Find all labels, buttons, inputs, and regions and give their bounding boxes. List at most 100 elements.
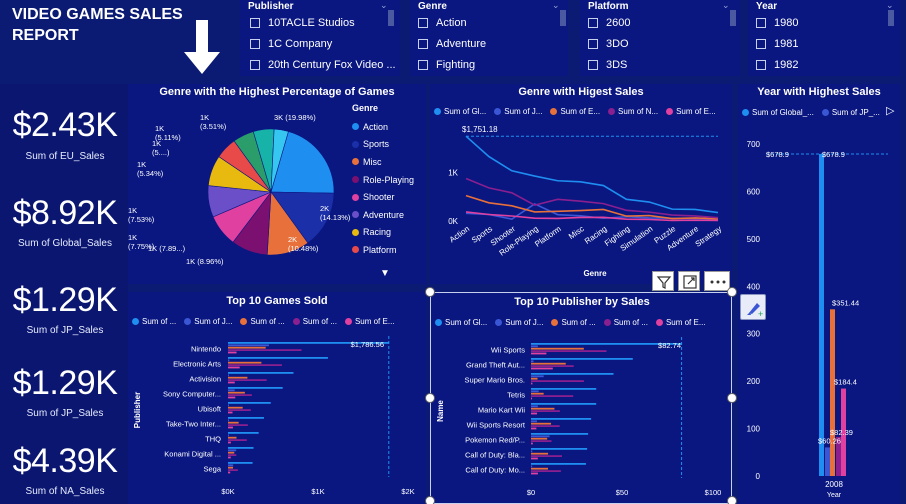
top-publisher-bar-chart[interactable]: Wii Sports Grand Theft Aut... Super Mario … — [431, 293, 733, 504]
bar[interactable] — [228, 471, 231, 474]
bar[interactable] — [531, 427, 537, 430]
slicer-option[interactable]: Fighting — [418, 54, 486, 75]
bar[interactable] — [228, 394, 252, 396]
bar[interactable] — [228, 359, 230, 362]
checkbox[interactable] — [756, 17, 766, 28]
filter-icon[interactable] — [652, 271, 674, 291]
more-options-icon[interactable] — [704, 271, 730, 291]
legend-item[interactable]: Racing — [352, 224, 414, 242]
bar[interactable] — [228, 404, 229, 407]
bar[interactable] — [228, 454, 237, 456]
bar[interactable] — [228, 436, 237, 439]
bar[interactable] — [531, 457, 538, 460]
slicer-option[interactable]: 10TACLE Studios — [250, 12, 396, 33]
slicer-option[interactable]: 1982 — [756, 54, 798, 75]
bar[interactable] — [228, 372, 294, 374]
focus-mode-icon[interactable] — [678, 271, 700, 291]
checkbox[interactable] — [756, 38, 766, 49]
bar[interactable] — [228, 469, 238, 471]
bar[interactable] — [531, 380, 584, 382]
slicer-option[interactable]: 1980 — [756, 12, 798, 33]
bar[interactable] — [228, 349, 302, 351]
bar[interactable] — [531, 472, 538, 475]
bar[interactable] — [531, 448, 588, 450]
bar[interactable] — [531, 420, 537, 423]
year-chart-panel[interactable]: Year with Highest Sales Sum of Global_..… — [738, 84, 900, 504]
bar[interactable] — [228, 464, 234, 467]
bar[interactable] — [228, 402, 271, 404]
bar[interactable] — [228, 432, 259, 434]
bar[interactable] — [228, 421, 239, 424]
chevron-down-icon[interactable]: ▼ — [380, 268, 390, 279]
bar[interactable] — [531, 470, 561, 472]
chevron-down-icon[interactable]: ⌄ — [552, 0, 560, 11]
bar[interactable] — [228, 366, 240, 369]
checkbox[interactable] — [588, 17, 598, 28]
bar[interactable] — [228, 411, 233, 414]
slicer-platform[interactable]: Platform ⌄ 2600 3DO 3DS — [580, 0, 740, 76]
bar[interactable] — [531, 452, 549, 455]
bar[interactable] — [228, 447, 254, 449]
bar[interactable] — [228, 381, 235, 384]
slicer-option[interactable]: Adventure — [418, 33, 486, 54]
resize-handle[interactable] — [727, 393, 737, 403]
bar[interactable] — [228, 346, 266, 349]
bar[interactable] — [228, 387, 283, 389]
bar[interactable] — [228, 424, 248, 426]
legend-item[interactable]: Misc — [352, 153, 414, 171]
checkbox[interactable] — [250, 59, 260, 70]
legend-item[interactable]: Role-Playing — [352, 171, 414, 189]
slicer-option[interactable]: 3DS — [588, 54, 630, 75]
bar[interactable] — [531, 392, 544, 395]
line-chart-panel[interactable]: Genre with Higest Sales Sum of Gl... Sum … — [430, 84, 732, 284]
bar[interactable] — [830, 309, 835, 476]
bar[interactable] — [228, 364, 282, 366]
bar[interactable] — [228, 361, 262, 364]
slicer-genre[interactable]: Genre ⌄ Action Adventure Fighting — [410, 0, 568, 76]
scrollbar[interactable] — [730, 10, 736, 26]
bar[interactable] — [228, 379, 267, 381]
slicer-option[interactable]: 1981 — [756, 33, 798, 54]
bar[interactable] — [228, 441, 231, 444]
bar[interactable] — [531, 422, 552, 425]
checkbox[interactable] — [588, 38, 598, 49]
bar[interactable] — [531, 405, 538, 408]
bar[interactable] — [531, 440, 552, 442]
bar[interactable] — [228, 466, 234, 469]
slicer-option[interactable]: Action — [418, 12, 486, 33]
slicer-option[interactable]: 1C Company — [250, 33, 396, 54]
bar[interactable] — [531, 367, 553, 370]
bar[interactable] — [531, 463, 586, 465]
resize-handle[interactable] — [425, 393, 435, 403]
bar[interactable] — [531, 435, 550, 438]
bar[interactable] — [531, 410, 560, 412]
slicer-year[interactable]: Year ⌄ 1980 1981 1982 — [748, 0, 900, 76]
bar[interactable] — [531, 407, 555, 410]
checkbox[interactable] — [250, 38, 260, 49]
slicer-publisher[interactable]: Publisher ⌄ 10TACLE Studios 1C Company 2… — [240, 0, 400, 76]
bar[interactable] — [228, 451, 235, 454]
scrollbar[interactable] — [888, 10, 894, 26]
resize-handle[interactable] — [425, 287, 435, 297]
bar[interactable] — [228, 391, 245, 394]
bar[interactable] — [228, 434, 229, 437]
checkbox[interactable] — [756, 59, 766, 70]
bar[interactable] — [531, 345, 538, 348]
bar[interactable] — [228, 449, 237, 452]
bar[interactable] — [531, 347, 584, 350]
bar[interactable] — [531, 418, 592, 420]
bar[interactable] — [531, 375, 544, 378]
bar[interactable] — [531, 437, 548, 440]
bar[interactable] — [531, 350, 607, 352]
bar[interactable] — [531, 382, 533, 385]
bar[interactable] — [531, 358, 633, 360]
resize-handle[interactable] — [425, 496, 435, 504]
bar[interactable] — [825, 447, 830, 476]
resize-handle[interactable] — [727, 496, 737, 504]
bar[interactable] — [228, 344, 269, 347]
resize-handle[interactable] — [727, 287, 737, 297]
bar[interactable] — [819, 154, 824, 476]
checkbox[interactable] — [418, 59, 428, 70]
bar[interactable] — [228, 374, 229, 377]
format-brush-icon[interactable]: + — [740, 294, 766, 320]
